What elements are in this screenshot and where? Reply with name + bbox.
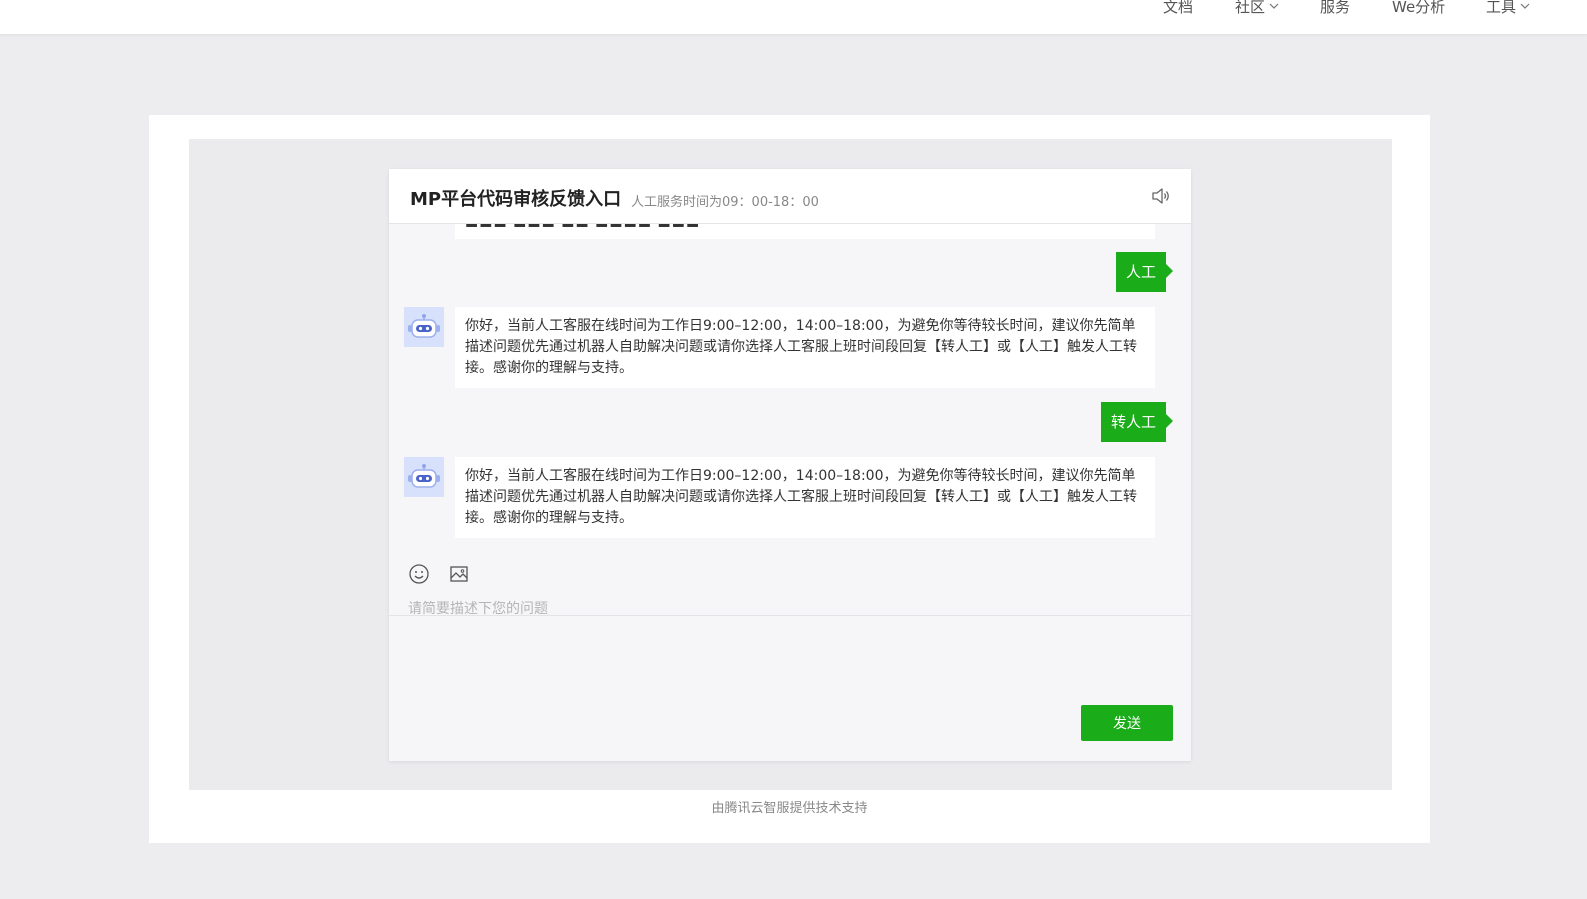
bot-avatar — [404, 307, 444, 347]
send-button[interactable]: 发送 — [1081, 705, 1173, 741]
message-input[interactable] — [408, 598, 1168, 678]
chevron-down-icon — [1269, 0, 1279, 19]
bot-avatar — [404, 457, 444, 497]
nav-item-community[interactable]: 社区 — [1235, 0, 1279, 19]
user-message: 转人工 — [1100, 402, 1174, 442]
chat-window: MP平台代码审核反馈入口 人工服务时间为09：00-18：00 ▬▬▬ ▬▬▬ … — [389, 169, 1191, 761]
chevron-down-icon — [1520, 0, 1530, 19]
speaker-icon[interactable] — [1151, 186, 1171, 206]
nav-item-tools[interactable]: 工具 — [1486, 0, 1530, 19]
top-nav: 文档 社区 服务 We分析 工具 — [0, 0, 1587, 35]
chat-title: MP平台代码审核反馈入口 — [410, 189, 622, 210]
partial-message-fragment: ▬▬▬ ▬▬▬ ▬▬ ▬▬▬▬ ▬▬▬ — [465, 224, 701, 232]
chat-header: MP平台代码审核反馈入口 人工服务时间为09：00-18：00 — [389, 169, 1191, 224]
bot-message: 你好，当前人工客服在线时间为工作日9:00–12:00，14:00–18:00，… — [455, 457, 1155, 538]
nav-item-label: 文档 — [1163, 0, 1194, 16]
service-hours: 人工服务时间为09：00-18：00 — [631, 195, 819, 210]
nav-item-docs[interactable]: 文档 — [1163, 0, 1193, 19]
nav-item-we-analysis[interactable]: We分析 — [1392, 0, 1445, 19]
user-message: 人工 — [1115, 252, 1174, 292]
nav-item-label: 服务 — [1320, 0, 1351, 16]
bot-message-partial: ▬▬▬ ▬▬▬ ▬▬ ▬▬▬▬ ▬▬▬ — [455, 224, 1155, 239]
emoji-icon[interactable] — [408, 563, 430, 585]
powered-by-note: 由腾讯云智服提供技术支持 — [711, 801, 868, 816]
nav-item-label: 社区 — [1235, 0, 1266, 16]
image-icon[interactable] — [448, 563, 470, 585]
bot-message: 你好，当前人工客服在线时间为工作日9:00–12:00，14:00–18:00，… — [455, 307, 1155, 388]
nav-item-label: We分析 — [1392, 0, 1446, 16]
nav-item-services[interactable]: 服务 — [1320, 0, 1350, 19]
nav-item-label: 工具 — [1486, 0, 1517, 16]
